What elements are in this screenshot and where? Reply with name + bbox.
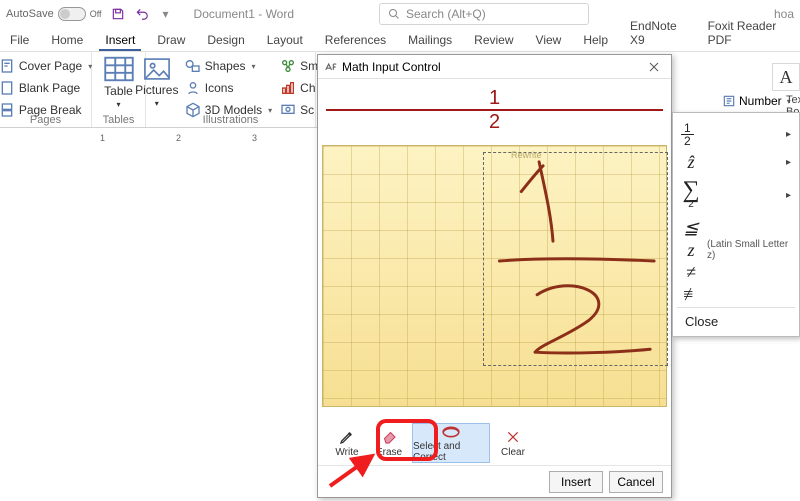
tab-insert[interactable]: Insert xyxy=(99,29,141,51)
autosave-label: AutoSave xyxy=(6,8,54,20)
doc-title: Document1 - Word xyxy=(194,7,294,21)
tab-design[interactable]: Design xyxy=(201,29,250,51)
chevron-right-icon: ▸ xyxy=(786,157,791,168)
select-correct-tool[interactable]: Select and Correct xyxy=(412,423,490,463)
preview-numerator: 1 xyxy=(326,87,663,111)
tab-layout[interactable]: Layout xyxy=(261,29,309,51)
tab-mailings[interactable]: Mailings xyxy=(402,29,458,51)
tab-review[interactable]: Review xyxy=(468,29,519,51)
group-label-pages: Pages xyxy=(30,114,61,126)
tab-endnote[interactable]: EndNote X9 xyxy=(624,15,692,51)
undo-icon[interactable] xyxy=(134,6,150,22)
clear-tool[interactable]: Clear xyxy=(494,423,532,463)
cancel-button[interactable]: Cancel xyxy=(609,471,663,493)
dd-close[interactable]: Close xyxy=(673,310,799,332)
search-input[interactable]: Search (Alt+Q) xyxy=(379,3,589,25)
autosave-state: Off xyxy=(90,9,102,19)
dd-separator xyxy=(677,307,795,308)
dd-item-neq[interactable]: ≠ xyxy=(673,261,799,283)
cover-page-button[interactable]: Cover Page xyxy=(0,56,94,76)
sum-icon: ∑2 xyxy=(681,181,701,208)
save-icon[interactable] xyxy=(110,6,126,22)
number-dropdown[interactable]: Number xyxy=(722,94,791,108)
ink-strokes-icon xyxy=(323,146,666,406)
dialog-title: Math Input Control xyxy=(342,60,441,74)
tab-home[interactable]: Home xyxy=(45,29,89,51)
shapes-button[interactable]: Shapes xyxy=(183,56,274,76)
pictures-button[interactable]: Pictures ▾ xyxy=(135,54,179,110)
blank-page-button[interactable]: Blank Page xyxy=(0,78,82,98)
ribbon-tabs: File Home Insert Draw Design Layout Refe… xyxy=(0,28,800,52)
group-label-illustrations: Illustrations xyxy=(203,114,259,126)
insert-button[interactable]: Insert xyxy=(549,471,603,493)
dropcap-button[interactable]: A xyxy=(772,63,800,91)
dialog-titlebar[interactable]: Math Input Control xyxy=(318,55,671,79)
tab-draw[interactable]: Draw xyxy=(151,29,191,51)
leq-icon: ≦ xyxy=(681,218,701,239)
ink-canvas[interactable]: Rewrite xyxy=(322,145,667,407)
qat-chevron-icon[interactable]: ▾ xyxy=(158,6,174,22)
dd-item-sum[interactable]: ∑2 ▸ xyxy=(673,173,799,217)
toggle-off[interactable] xyxy=(58,7,86,21)
dd-item-leq[interactable]: ≦ xyxy=(673,217,799,239)
neq-icon: ≠ xyxy=(681,262,701,283)
dd-close-label: Close xyxy=(685,314,718,329)
group-pages: Cover Page Blank Page Page Break Pages xyxy=(0,52,92,127)
ncong-icon: ≢ xyxy=(681,284,701,305)
icons-button[interactable]: Icons xyxy=(183,78,274,98)
tab-foxit[interactable]: Foxit Reader PDF xyxy=(702,15,796,51)
chevron-right-icon: ▸ xyxy=(786,190,791,201)
z-icon: z xyxy=(681,240,701,261)
group-illustrations: Pictures ▾ Shapes Icons 3D Models Sm Ch … xyxy=(146,52,316,127)
group-label-tables: Tables xyxy=(103,114,135,126)
dd-item-ncong[interactable]: ≢ xyxy=(673,283,799,305)
chevron-right-icon: ▸ xyxy=(786,129,791,140)
tab-file[interactable]: File xyxy=(4,29,35,51)
dialog-buttons: Insert Cancel xyxy=(318,465,671,497)
tab-view[interactable]: View xyxy=(530,29,568,51)
search-placeholder: Search (Alt+Q) xyxy=(406,7,486,21)
math-input-dialog: Math Input Control 1 2 Rewrite xyxy=(317,54,672,498)
fraction-icon: 12 xyxy=(681,122,694,147)
write-tool[interactable]: Write xyxy=(328,423,366,463)
dd-item-zhat[interactable]: ẑ ▸ xyxy=(673,151,799,173)
correction-dropdown: 12 ▸ ẑ ▸ ∑2 ▸ ≦ z (Latin Small Letter z)… xyxy=(672,112,800,337)
tab-help[interactable]: Help xyxy=(577,29,614,51)
autosave-toggle[interactable]: AutoSave Off xyxy=(6,7,102,21)
dd-desc: (Latin Small Letter z) xyxy=(707,239,791,261)
zhat-icon: ẑ xyxy=(681,152,701,173)
dd-item-z[interactable]: z (Latin Small Letter z) xyxy=(673,239,799,261)
tab-references[interactable]: References xyxy=(319,29,392,51)
dd-item-fraction[interactable]: 12 ▸ xyxy=(673,117,799,151)
erase-tool[interactable]: Erase xyxy=(370,423,408,463)
fraction-preview: 1 2 xyxy=(326,87,663,133)
dialog-toolbar: Write Erase Select and Correct Clear xyxy=(318,421,671,465)
math-preview: 1 2 xyxy=(318,79,671,141)
preview-denominator: 2 xyxy=(326,111,663,133)
close-icon[interactable] xyxy=(647,58,665,76)
